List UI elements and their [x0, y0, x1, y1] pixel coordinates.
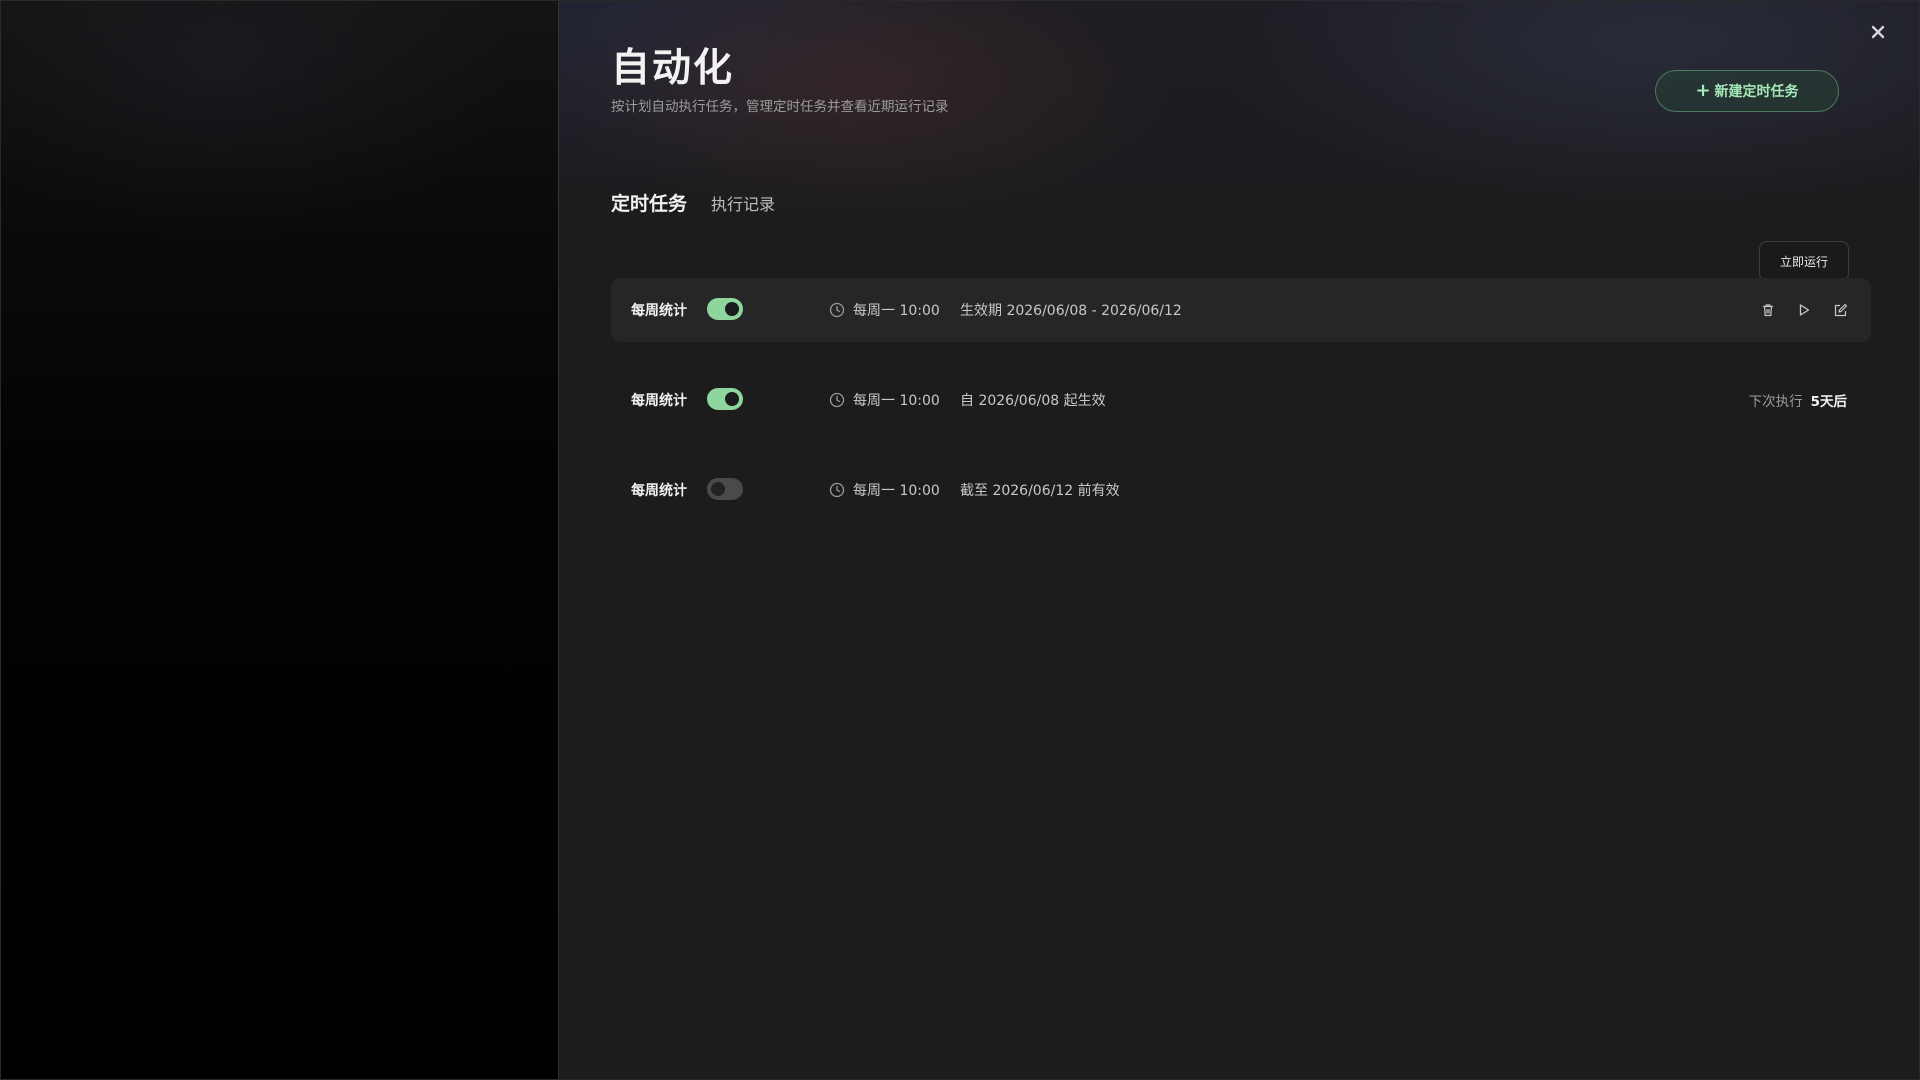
- task-actions: [1757, 278, 1851, 342]
- clock-icon: [829, 482, 845, 498]
- task-name: 每周统计: [631, 303, 687, 319]
- task-enable-toggle[interactable]: [707, 388, 743, 410]
- task-validity: 自 2026/06/08 起生效: [960, 393, 1106, 409]
- task-name: 每周统计: [631, 483, 687, 499]
- left-pane: [1, 1, 558, 1079]
- task-enable-toggle[interactable]: [707, 298, 743, 320]
- task-row[interactable]: 每周统计 每周一 10:00 自 2026/06/08 起生效 下次执行 5天后: [611, 368, 1871, 432]
- task-schedule: 每周一 10:00: [829, 368, 940, 432]
- task-row[interactable]: 每周统计 每周一 10:00 截至 2026/06/12 前有效: [611, 458, 1871, 522]
- delete-button[interactable]: [1757, 299, 1779, 321]
- task-row[interactable]: 每周统计 每周一 10:00 生效期 2026/06/08 - 2026/06/…: [611, 278, 1871, 342]
- task-enable-toggle[interactable]: [707, 478, 743, 500]
- task-schedule-text: 每周一 10:00: [853, 393, 940, 409]
- close-icon: [1871, 25, 1885, 39]
- new-task-button-label: 新建定时任务: [1714, 84, 1799, 100]
- page-subtitle: 按计划自动执行任务，管理定时任务并查看近期运行记录: [611, 99, 949, 115]
- tab-bar: 定时任务 执行记录: [611, 189, 775, 216]
- tab-run-history[interactable]: 执行记录: [711, 191, 775, 215]
- task-name: 每周统计: [631, 393, 687, 409]
- clock-icon: [829, 392, 845, 408]
- app-window: 自动化 按计划自动执行任务，管理定时任务并查看近期运行记录 + 新建定时任务 定…: [0, 0, 1920, 1080]
- run-now-tooltip: 立即运行: [1759, 241, 1849, 281]
- next-run-value: 5天后: [1810, 394, 1847, 410]
- next-run: 下次执行 5天后: [1749, 368, 1847, 432]
- play-icon: [1799, 304, 1810, 316]
- task-schedule-text: 每周一 10:00: [853, 483, 940, 499]
- task-validity: 截至 2026/06/12 前有效: [960, 483, 1120, 499]
- task-schedule-text: 每周一 10:00: [853, 303, 940, 319]
- next-run-label: 下次执行: [1748, 394, 1803, 410]
- task-schedule: 每周一 10:00: [829, 458, 940, 522]
- run-now-button[interactable]: [1793, 299, 1815, 321]
- clock-icon: [829, 302, 845, 318]
- trash-icon: [1763, 304, 1773, 317]
- page-title: 自动化: [611, 46, 735, 91]
- close-button[interactable]: [1867, 21, 1889, 43]
- edit-icon: [1834, 303, 1847, 316]
- task-validity: 生效期 2026/06/08 - 2026/06/12: [960, 303, 1182, 319]
- edit-button[interactable]: [1829, 299, 1851, 321]
- tab-scheduled-tasks[interactable]: 定时任务: [611, 189, 687, 216]
- plus-icon: +: [1695, 80, 1711, 101]
- task-schedule: 每周一 10:00: [829, 278, 940, 342]
- automation-panel: [559, 1, 1919, 1079]
- new-task-button[interactable]: + 新建定时任务: [1655, 70, 1839, 112]
